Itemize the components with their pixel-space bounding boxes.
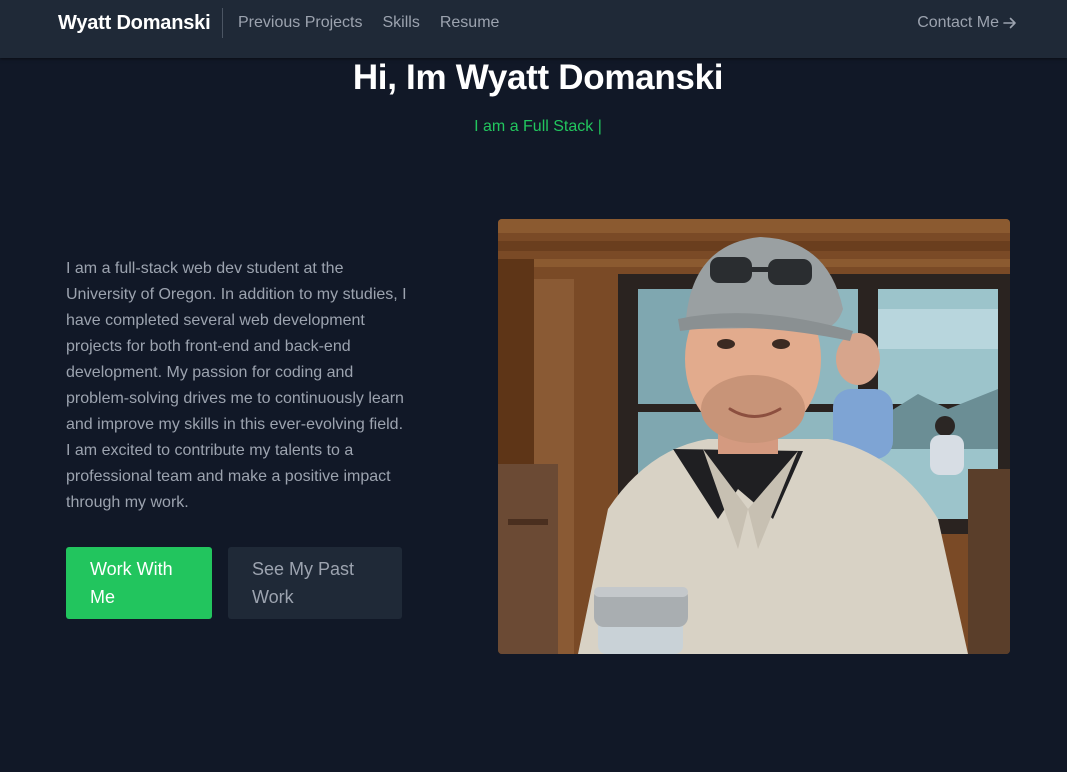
bio-paragraph: I am a full-stack web dev student at the… — [66, 260, 407, 511]
nav-link-previous-projects[interactable]: Previous Projects — [238, 14, 363, 32]
work-with-me-button[interactable]: Work With Me — [66, 547, 212, 619]
nav-link-skills[interactable]: Skills — [383, 14, 420, 32]
profile-photo-illustration — [498, 219, 1010, 654]
hero-title: Hi, Im Wyatt Domanski — [352, 58, 724, 97]
brand-name[interactable]: Wyatt Domanski — [58, 12, 211, 35]
profile-photo — [498, 219, 1010, 654]
arrow-right-icon — [1003, 17, 1016, 29]
see-past-work-button[interactable]: See My Past Work — [228, 547, 402, 619]
nav-link-resume[interactable]: Resume — [440, 14, 500, 32]
contact-me-label: Contact Me — [917, 14, 999, 31]
typing-subtitle: I am a Full Stack | — [474, 118, 602, 135]
navbar: Wyatt Domanski Previous Projects Skills … — [0, 0, 1067, 58]
nav-links: Previous Projects Skills Resume — [238, 14, 499, 32]
nav-divider — [222, 8, 223, 38]
contact-me-link[interactable]: Contact Me — [917, 14, 1017, 32]
